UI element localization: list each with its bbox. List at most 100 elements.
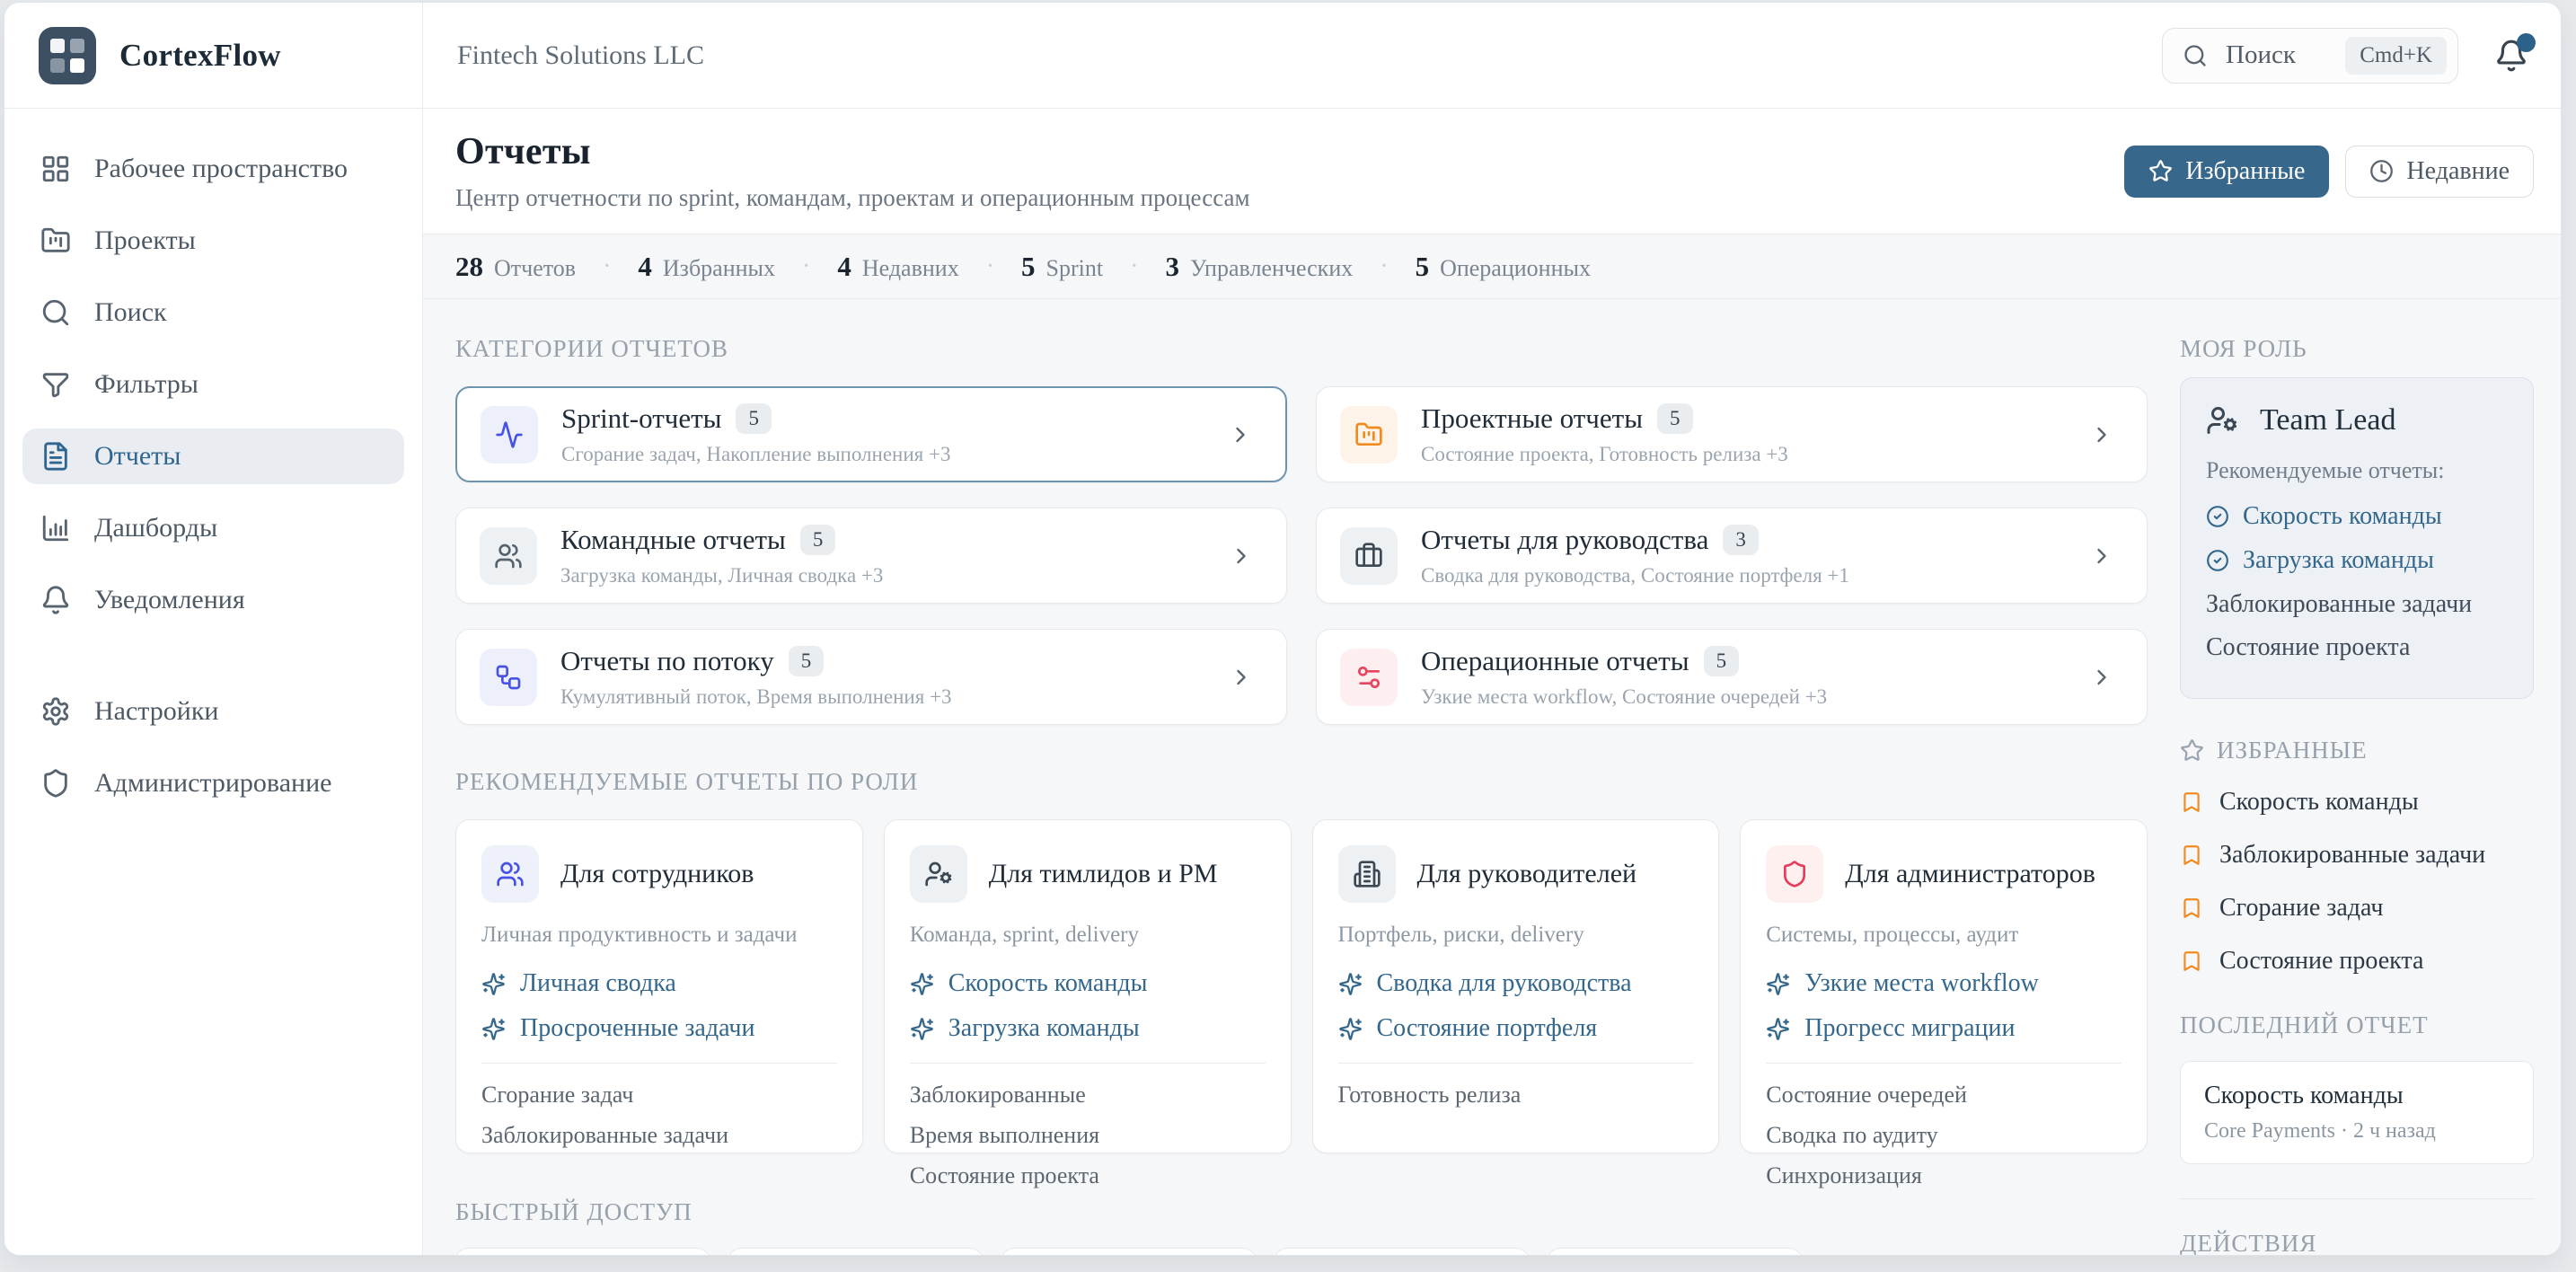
chevron-right-icon bbox=[2089, 543, 2114, 569]
recommended-report-link[interactable]: Состояние портфеля bbox=[1338, 1014, 1694, 1043]
category-card[interactable]: Командные отчеты 5 Загрузка команды, Лич… bbox=[455, 508, 1287, 604]
recommended-report-link[interactable]: Личная сводка bbox=[481, 969, 837, 998]
favorites-button[interactable]: Избранные bbox=[2124, 146, 2329, 198]
chevron-right-icon bbox=[2089, 665, 2114, 690]
sparkles-icon bbox=[910, 972, 934, 996]
role-recommended-link[interactable]: Загрузка команды bbox=[2206, 546, 2508, 575]
star-icon bbox=[2148, 159, 2173, 183]
sidebar-item-notifications[interactable]: Уведомления bbox=[22, 572, 404, 628]
my-role-label: МОЯ РОЛЬ bbox=[2180, 335, 2534, 363]
category-description: Кумулятивный поток, Время выполнения +3 bbox=[560, 685, 952, 709]
category-card[interactable]: Отчеты по потоку 5 Кумулятивный поток, В… bbox=[455, 629, 1287, 725]
category-count-badge: 5 bbox=[800, 525, 836, 555]
stat-value: 3 bbox=[1165, 251, 1179, 283]
category-card[interactable]: Операционные отчеты 5 Узкие места workfl… bbox=[1316, 629, 2148, 725]
recommended-report-link[interactable]: Скорость команды bbox=[910, 969, 1266, 998]
sidebar-item-projects[interactable]: Проекты bbox=[22, 213, 404, 269]
sparkles-icon bbox=[481, 1017, 506, 1041]
sliders-icon bbox=[1340, 649, 1398, 706]
role-card-subtitle: Команда, sprint, delivery bbox=[910, 923, 1266, 948]
chevron-right-icon bbox=[2089, 422, 2114, 447]
brand-name: CortexFlow bbox=[119, 38, 281, 74]
app-logo-icon bbox=[39, 27, 96, 84]
notification-badge bbox=[2517, 33, 2536, 52]
sidebar-item-filters[interactable]: Фильтры bbox=[22, 357, 404, 412]
bell-icon bbox=[40, 585, 71, 615]
workflow-icon bbox=[480, 649, 537, 706]
briefcase-icon bbox=[1340, 527, 1398, 585]
role-recommended-link[interactable]: Скорость команды bbox=[2206, 502, 2508, 531]
chevron-right-icon bbox=[1229, 665, 1254, 690]
recent-button[interactable]: Недавние bbox=[2345, 146, 2534, 198]
favorite-report-item[interactable]: Состояние проекта bbox=[2180, 947, 2534, 976]
page-header: Отчеты Центр отчетности по sprint, коман… bbox=[423, 109, 2561, 234]
category-count-badge: 5 bbox=[789, 646, 825, 676]
quick-access-card[interactable] bbox=[455, 1248, 710, 1255]
quick-access-card[interactable] bbox=[1275, 1248, 1529, 1255]
sidebar-main-group: Рабочее пространство Проекты Поиск Фильт… bbox=[22, 141, 404, 644]
stat-value: 28 bbox=[455, 251, 483, 283]
category-title: Отчеты по потоку bbox=[560, 645, 774, 677]
stat-item: 4 Избранных bbox=[638, 251, 775, 283]
user-cog-icon bbox=[910, 845, 967, 903]
category-card[interactable]: Sprint-отчеты 5 Сгорание задач, Накоплен… bbox=[455, 386, 1287, 482]
search-icon bbox=[2183, 43, 2208, 68]
right-rail: МОЯ РОЛЬ Team Lead Рекомендуемые отчеты:… bbox=[2180, 335, 2534, 1255]
stat-separator: · bbox=[1130, 252, 1138, 281]
sidebar-footer-group: Настройки Администрирование bbox=[22, 684, 404, 827]
category-card[interactable]: Отчеты для руководства 3 Сводка для руко… bbox=[1316, 508, 2148, 604]
topbar-actions: Поиск Cmd+K bbox=[2162, 28, 2561, 84]
category-title: Операционные отчеты bbox=[1421, 645, 1689, 677]
page-title: Отчеты bbox=[455, 130, 1250, 173]
favorites-label: ИЗБРАННЫЕ bbox=[2217, 737, 2368, 764]
stat-label: Управленческих bbox=[1190, 255, 1353, 282]
recommended-report-link[interactable]: Просроченные задачи bbox=[481, 1014, 837, 1043]
category-description: Загрузка команды, Личная сводка +3 bbox=[560, 564, 883, 587]
category-card[interactable]: Проектные отчеты 5 Состояние проекта, Го… bbox=[1316, 386, 2148, 482]
last-report-label: ПОСЛЕДНИЙ ОТЧЕТ bbox=[2180, 1011, 2534, 1039]
page-subtitle: Центр отчетности по sprint, командам, пр… bbox=[455, 184, 1250, 212]
favorite-report-item[interactable]: Заблокированные задачи bbox=[2180, 841, 2534, 870]
sidebar-item-admin[interactable]: Администрирование bbox=[22, 755, 404, 811]
last-report-card[interactable]: Скорость команды Core Payments · 2 ч наз… bbox=[2180, 1061, 2534, 1164]
category-description: Состояние проекта, Готовность релиза +3 bbox=[1421, 443, 1788, 466]
recommended-report-link[interactable]: Загрузка команды bbox=[910, 1014, 1266, 1043]
category-description: Узкие места workflow, Состояние очередей… bbox=[1421, 685, 1827, 709]
main-area: Отчеты Центр отчетности по sprint, коман… bbox=[423, 109, 2561, 1255]
sidebar-item-workspace[interactable]: Рабочее пространство bbox=[22, 141, 404, 197]
notifications-button[interactable] bbox=[2494, 39, 2528, 73]
sparkles-icon bbox=[910, 1017, 934, 1041]
stat-separator: · bbox=[603, 252, 611, 281]
search-shortcut-badge: Cmd+K bbox=[2345, 37, 2447, 75]
sidebar-item-dashboards[interactable]: Дашборды bbox=[22, 500, 404, 556]
divider bbox=[1766, 1063, 2122, 1064]
brand: CortexFlow bbox=[4, 3, 423, 108]
sidebar-item-reports[interactable]: Отчеты bbox=[22, 428, 404, 484]
search-placeholder: Поиск bbox=[2226, 40, 2296, 70]
last-report-meta: Core Payments · 2 ч назад bbox=[2204, 1119, 2510, 1144]
role-card-title: Для сотрудников bbox=[560, 859, 754, 889]
role-report-item: Заблокированные задачи bbox=[481, 1122, 837, 1149]
section-quick-access-label: БЫСТРЫЙ ДОСТУП bbox=[455, 1198, 2148, 1226]
stat-item: 3 Управленческих bbox=[1165, 251, 1353, 283]
quick-access-card[interactable] bbox=[728, 1248, 983, 1255]
favorite-report-item[interactable]: Сгорание задач bbox=[2180, 894, 2534, 923]
sidebar-item-settings[interactable]: Настройки bbox=[22, 684, 404, 739]
recommended-report-link[interactable]: Прогресс миграции bbox=[1766, 1014, 2122, 1043]
sidebar-item-search[interactable]: Поиск bbox=[22, 285, 404, 340]
category-title: Sprint-отчеты bbox=[561, 402, 721, 435]
category-count-badge: 5 bbox=[1704, 646, 1740, 676]
folder-kanban-icon bbox=[1340, 406, 1398, 464]
recommended-report-link[interactable]: Сводка для руководства bbox=[1338, 969, 1694, 998]
section-recommended-label: РЕКОМЕНДУЕМЫЕ ОТЧЕТЫ ПО РОЛИ bbox=[455, 768, 2148, 796]
quick-access-card[interactable] bbox=[1001, 1248, 1256, 1255]
favorite-report-item[interactable]: Скорость команды bbox=[2180, 788, 2534, 817]
search-box[interactable]: Поиск Cmd+K bbox=[2162, 28, 2458, 84]
recommended-report-link[interactable]: Узкие места workflow bbox=[1766, 969, 2122, 998]
last-report-title: Скорость команды bbox=[2204, 1082, 2510, 1110]
category-description: Сводка для руководства, Состояние портфе… bbox=[1421, 564, 1849, 587]
stat-label: Избранных bbox=[663, 255, 775, 282]
quick-access-card[interactable] bbox=[1548, 1248, 1802, 1255]
stat-value: 5 bbox=[1021, 251, 1036, 283]
content-area: КАТЕГОРИИ ОТЧЕТОВ Sprint-отчеты 5 Сгоран… bbox=[423, 299, 2561, 1255]
